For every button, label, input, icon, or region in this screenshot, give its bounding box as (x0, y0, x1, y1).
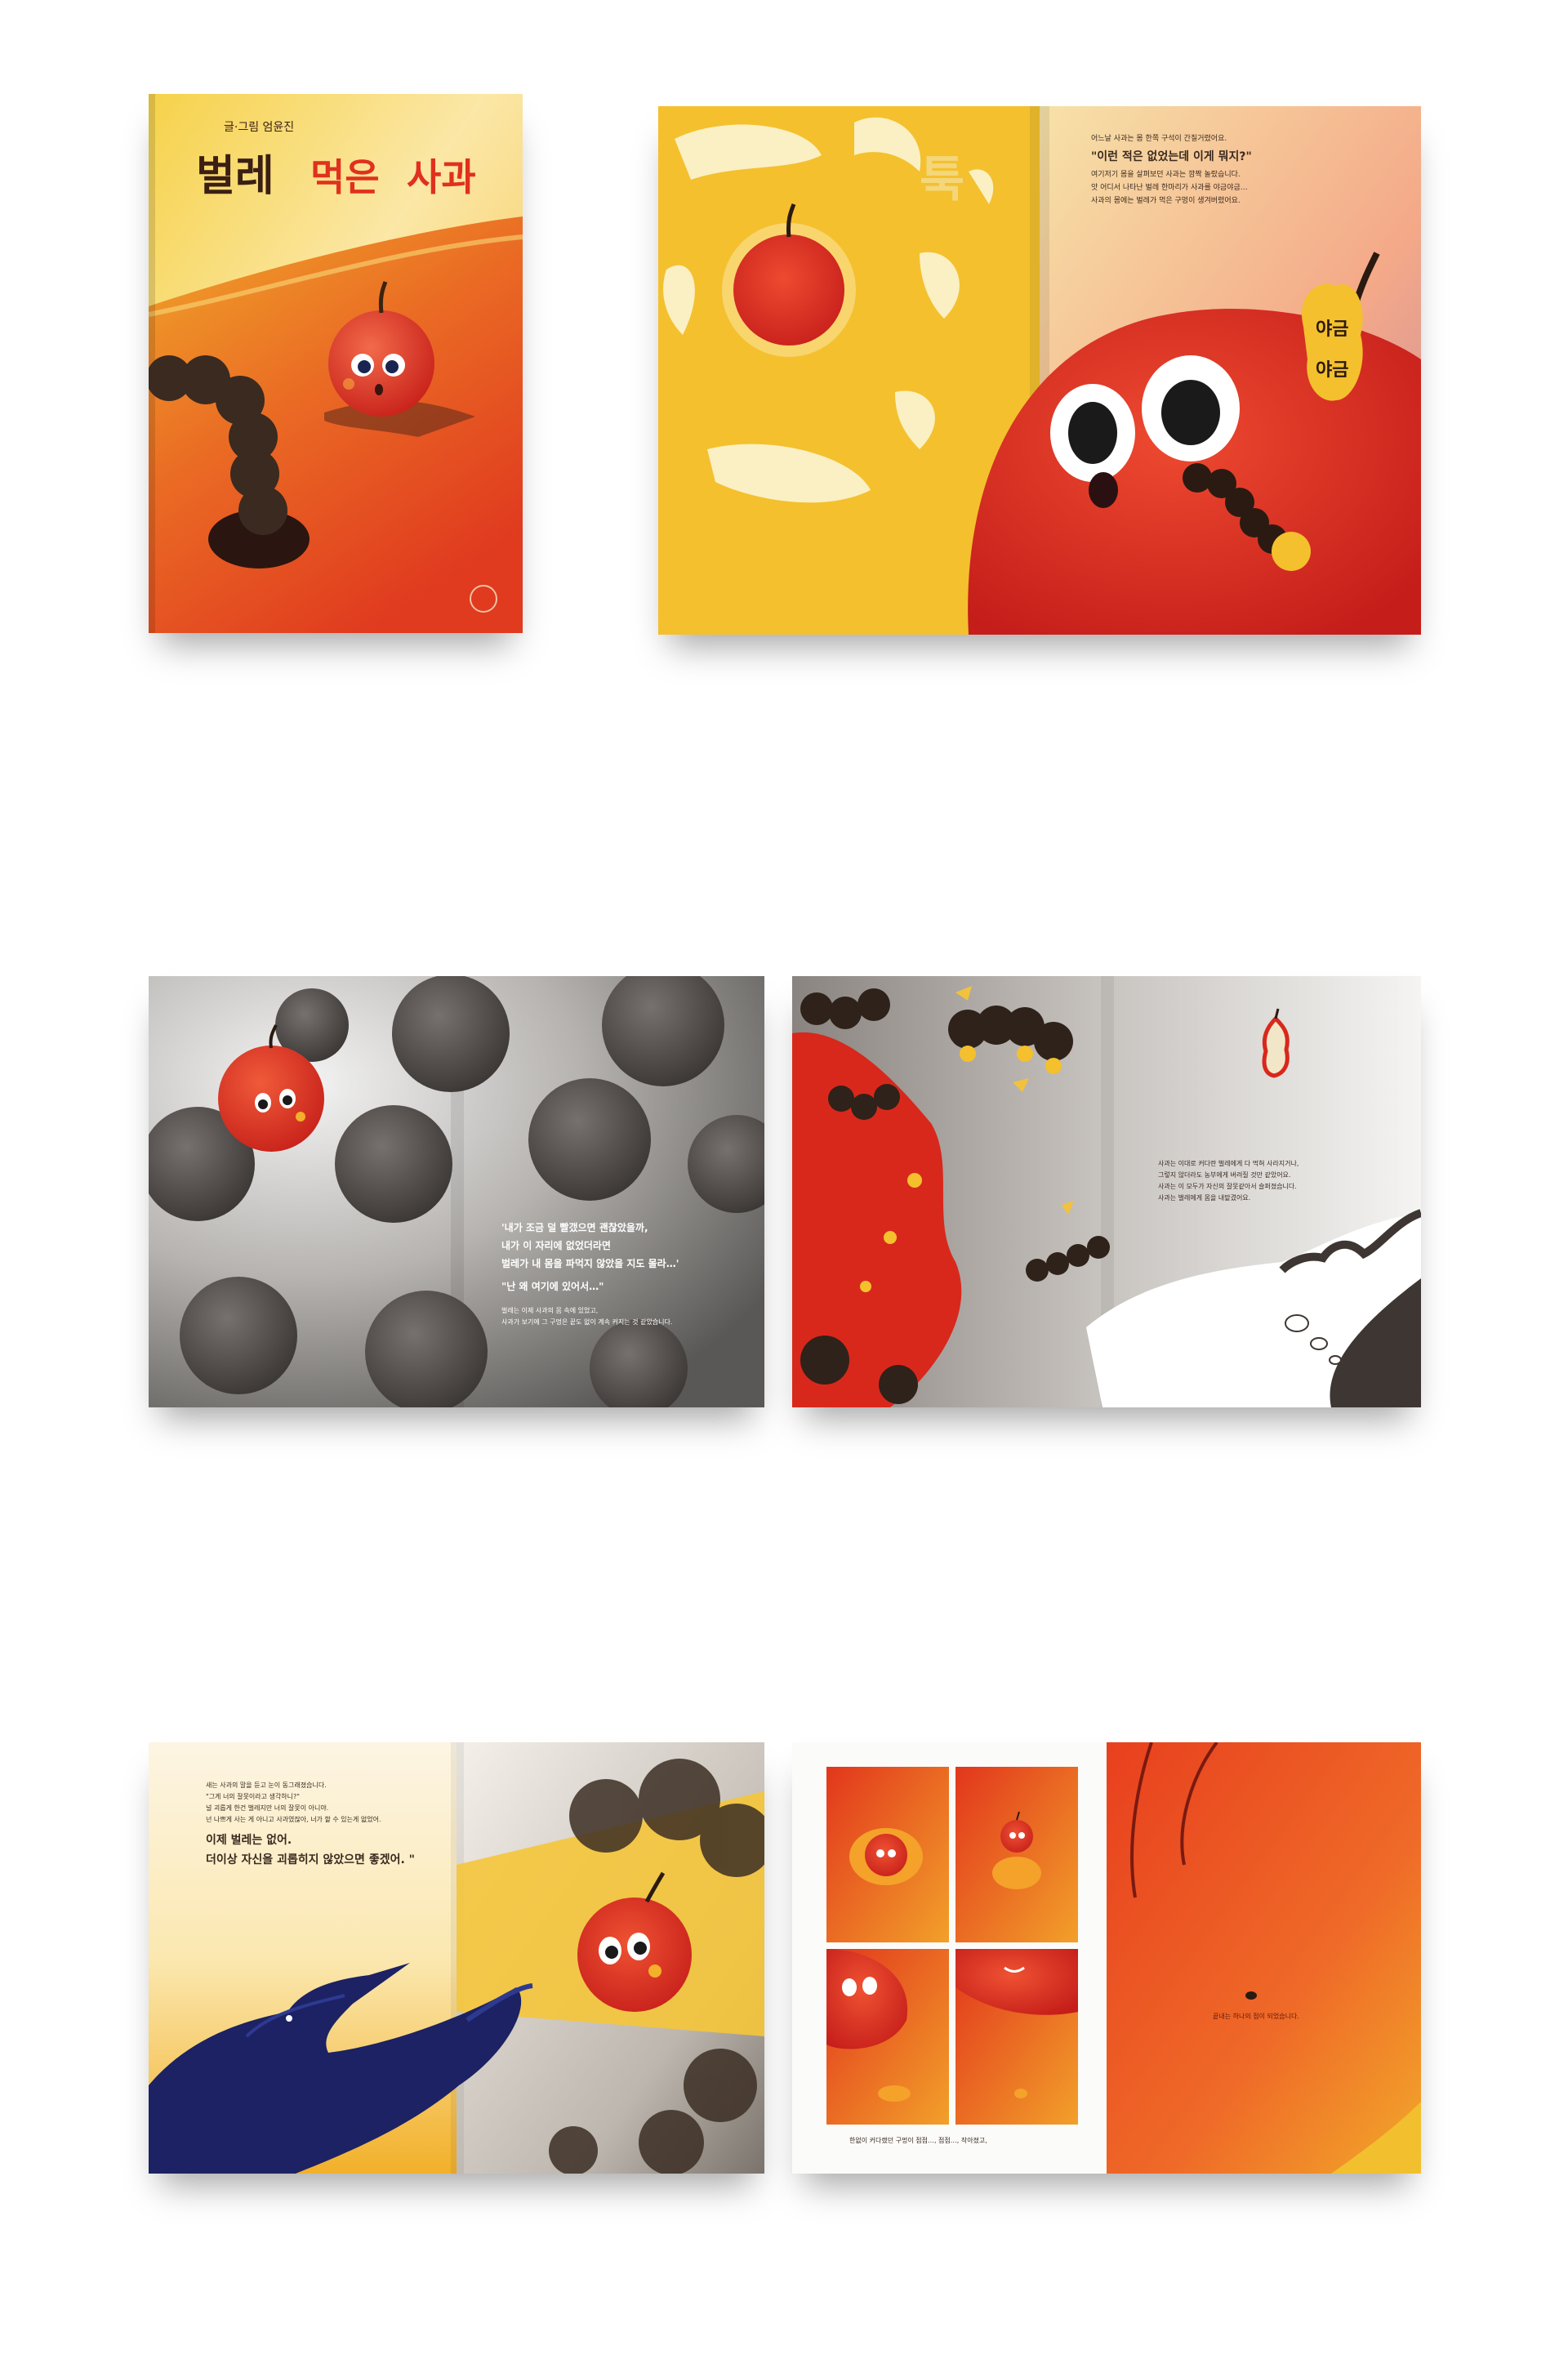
spread-1: 툭 야금 야금 어느날 사과는 몸 한쪽 구석이 간질거렸어요. "이런 적은 … (658, 106, 1421, 635)
spread-3-line-2: 그렇지 않더라도 농부에게 버려질 것만 같았어요. (1158, 1171, 1290, 1179)
spread-4: 새는 사과의 말을 듣고 눈이 동그래졌습니다. "그게 너의 잘못이라고 생각… (149, 1742, 764, 2174)
spread-4-line-1: 새는 사과의 말을 듣고 눈이 동그래졌습니다. (206, 1781, 327, 1789)
spread-1-line-2: "이런 적은 없었는데 이게 뭐지?" (1091, 149, 1252, 163)
red-apple (218, 1046, 324, 1152)
spread-1-line-5: 사과의 몸에는 벌레가 먹은 구멍이 생겨버렸어요. (1091, 195, 1241, 205)
cover-apple (328, 310, 434, 417)
spread-2-quote-4: "난 왜 여기에 있어서…" (501, 1280, 604, 1292)
spread-2-small-2: 사과가 보기에 그 구멍은 끝도 없이 계속 커지는 것 같았습니다. (501, 1318, 672, 1326)
spread-2-small-1: 벌레는 이제 사과의 몸 속에 있었고, (501, 1306, 598, 1314)
spread-1-illustration: 툭 야금 야금 어느날 사과는 몸 한쪽 구석이 간질거렸어요. "이런 적은 … (658, 106, 1421, 635)
cover-title-part2: 먹은 (310, 155, 380, 199)
cover-author: 글·그림 엄윤진 (224, 121, 294, 134)
book-cover-illustration: 글·그림 엄윤진 벌레 먹은 사과 (149, 94, 523, 633)
tiny-dot (1245, 1991, 1257, 2000)
spread-4-big-2: 더이상 자신을 괴롭히지 않았으면 좋겠어. " (206, 1853, 415, 1866)
cover-title-part1: 벌레 (196, 152, 274, 201)
spread-2-quote-1: '내가 조금 덜 빨갰으면 괜찮았을까, (501, 1221, 648, 1233)
spread-3-line-3: 사과는 이 모두가 자신의 잘못같아서 슬퍼졌습니다. (1158, 1182, 1297, 1190)
spread-4-line-4: 넌 나쁘게 사는 게 아니고 사과였잖아, 너가 할 수 있는게 없었어. (206, 1815, 381, 1823)
apple-core (1262, 1015, 1290, 1078)
spread-3: 사과는 이대로 커다란 벌레에게 다 먹혀 사라지거나, 그렇지 않더라도 농부… (792, 976, 1421, 1407)
spread-3-illustration: 사과는 이대로 커다란 벌레에게 다 먹혀 사라지거나, 그렇지 않더라도 농부… (792, 976, 1421, 1407)
sound-bubble (1302, 283, 1363, 401)
spread-1-line-4: 앗 어디서 나타난 벌레 한마리가 사과를 야금야금… (1091, 183, 1248, 192)
spread-1-burst-text: 툭 (920, 151, 964, 208)
bubble-line-1: 야금 (1316, 319, 1348, 340)
spread-4-illustration: 새는 사과의 말을 듣고 눈이 동그래졌습니다. "그게 너의 잘못이라고 생각… (149, 1742, 764, 2174)
spread-4-line-2: "그게 너의 잘못이라고 생각하니?" (206, 1792, 300, 1800)
spread-5-caption-left: 한없이 커다랬던 구멍이 점점…, 점점…, 작아졌고, (849, 2136, 987, 2144)
spread-5-caption-right: 끝내는 하나의 점이 되었습니다. (1213, 2012, 1299, 2020)
spread-5-illustration: 한없이 커다랬던 구멍이 점점…, 점점…, 작아졌고, 끝내는 하나의 점이 … (792, 1742, 1421, 2174)
bubble-line-2: 야금 (1316, 360, 1348, 381)
spread-4-line-3: 널 괴롭게 한건 벌레지만 너의 잘못이 아니야. (206, 1804, 328, 1812)
spread-2: '내가 조금 덜 빨갰으면 괜찮았을까, 내가 이 자리에 없었더라면 벌레가 … (149, 976, 764, 1407)
spread-2-quote-3: 벌레가 내 몸을 파먹지 않았을 지도 몰라…' (501, 1257, 679, 1269)
spread-3-line-4: 사과는 벌레에게 몸을 내맡겼어요. (1158, 1193, 1250, 1202)
spread-1-line-3: 여기저기 몸을 살펴보던 사과는 깜짝 놀랐습니다. (1091, 169, 1241, 179)
spread-1-line-1: 어느날 사과는 몸 한쪽 구석이 간질거렸어요. (1091, 133, 1227, 143)
spread-2-quote-2: 내가 이 자리에 없었더라면 (501, 1239, 611, 1251)
cover-title-part3: 사과 (407, 155, 476, 199)
spread-3-line-1: 사과는 이대로 커다란 벌레에게 다 먹혀 사라지거나, (1158, 1159, 1298, 1167)
falling-apple (733, 234, 844, 346)
spread-5: 한없이 커다랬던 구멍이 점점…, 점점…, 작아졌고, 끝내는 하나의 점이 … (792, 1742, 1421, 2174)
spread-4-big-1: 이제 벌레는 없어. (206, 1833, 292, 1847)
book-cover: 글·그림 엄윤진 벌레 먹은 사과 (149, 94, 523, 633)
spread-2-illustration: '내가 조금 덜 빨갰으면 괜찮았을까, 내가 이 자리에 없었더라면 벌레가 … (149, 976, 764, 1407)
